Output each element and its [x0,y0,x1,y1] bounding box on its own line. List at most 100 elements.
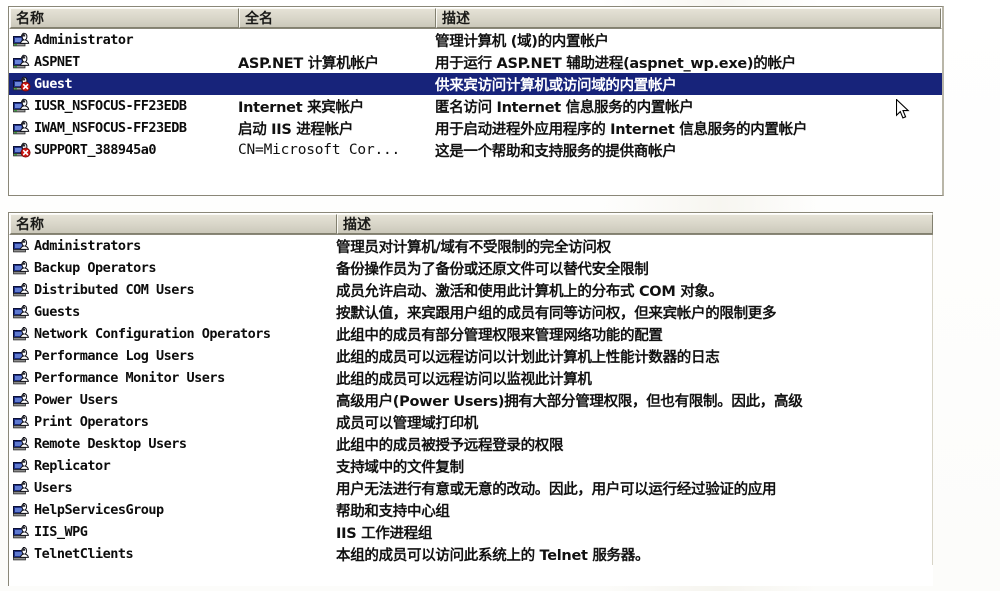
groups-row[interactable]: HelpServicesGroup 帮助和支持中心组 [9,499,932,521]
group-icon [13,370,31,386]
group-icon [13,458,31,474]
users-name-label: IUSR_NSFOCUS-FF23EDB [34,98,187,114]
groups-cell-description: 管理员对计算机/域有不受限制的完全访问权 [336,239,611,256]
groups-cell-description: 此组中的成员有部分管理权限来管理网络功能的配置 [336,327,663,344]
groups-column-header-name[interactable]: 名称 [10,214,337,234]
users-cell-name[interactable]: IWAM_NSFOCUS-FF23EDB [9,117,238,139]
groups-name-label: Backup Operators [34,260,157,276]
group-icon [13,326,31,342]
groups-cell-name[interactable]: Power Users [9,389,336,411]
groups-cell-description: 按默认值，来宾跟用户组的成员有同等访问权，但来宾帐户的限制更多 [336,305,777,322]
groups-cell-description: 高级用户(Power Users)拥有大部分管理权限，但也有限制。因此，高级 [336,393,803,410]
users-cell-fullname [238,29,435,51]
groups-name-label: Guests [34,304,80,320]
group-icon [13,282,31,298]
groups-row[interactable]: Backup Operators 备份操作员为了备份或还原文件可以替代安全限制 [9,257,932,279]
groups-cell-name[interactable]: Remote Desktop Users [9,433,336,455]
groups-cell-name[interactable]: Network Configuration Operators [9,323,336,345]
groups-cell-name[interactable]: Distributed COM Users [9,279,336,301]
group-icon [13,304,31,320]
users-cell-fullname: ASP.NET 计算机帐户 [238,55,379,72]
user-icon [13,98,31,114]
groups-row[interactable]: Users 用户无法进行有意或无意的改动。因此，用户可以运行经过验证的应用 [9,477,932,499]
users-cell-fullname [238,73,435,95]
users-cell-name[interactable]: IUSR_NSFOCUS-FF23EDB [9,95,238,117]
users-row[interactable]: IUSR_NSFOCUS-FF23EDB Internet 来宾帐户 匿名访问 In… [9,95,942,117]
groups-list-body[interactable]: Administrators 管理员对计算机/域有不受限制的完全访问权 Backup… [9,235,933,565]
groups-column-header-row[interactable]: 名称 描述 [9,213,933,235]
users-column-header-description[interactable]: 描述 [436,8,941,28]
user-icon [13,120,31,136]
users-list-body[interactable]: Administrator 管理计算机 (域)的内置帐户 ASPNET ASP.NET… [9,29,942,161]
groups-row[interactable]: Print Operators 成员可以管理域打印机 [9,411,932,433]
group-icon [13,392,31,408]
users-column-header-fullname[interactable]: 全名 [239,8,436,28]
groups-name-label: Print Operators [34,414,149,430]
groups-cell-name[interactable]: TelnetClients [9,543,336,565]
groups-column-header-description[interactable]: 描述 [337,214,933,234]
users-column-header-row[interactable]: 名称 全名 描述 [9,7,942,29]
user-disabled-icon [13,76,31,92]
groups-cell-name[interactable]: Administrators [9,235,336,257]
groups-row[interactable]: IIS_WPG IIS 工作进程组 [9,521,932,543]
group-icon [13,260,31,276]
users-row[interactable]: SUPPORT_388945a0 CN=Microsoft Cor... 这是一个帮… [9,139,942,161]
groups-cell-name[interactable]: Users [9,477,336,499]
groups-row[interactable]: Guests 按默认值，来宾跟用户组的成员有同等访问权，但来宾帐户的限制更多 [9,301,932,323]
group-icon [13,348,31,364]
groups-row[interactable]: Remote Desktop Users 此组中的成员被授予远程登录的权限 [9,433,932,455]
users-row[interactable]: Guest 供来宾访问计算机或访问域的内置帐户 [9,73,942,95]
users-listview[interactable]: 名称 全名 描述 Administrator 管理计算机 (域)的内置帐户 ASPNET… [8,6,944,196]
groups-row[interactable]: Replicator 支持域中的文件复制 [9,455,932,477]
users-name-label: Guest [34,76,73,92]
groups-cell-name[interactable]: HelpServicesGroup [9,499,336,521]
users-cell-description: 管理计算机 (域)的内置帐户 [435,33,609,50]
groups-name-label: IIS_WPG [34,524,88,540]
groups-cell-description: 用户无法进行有意或无意的改动。因此，用户可以运行经过验证的应用 [336,481,777,498]
users-row[interactable]: Administrator 管理计算机 (域)的内置帐户 [9,29,942,51]
groups-row[interactable]: TelnetClients 本组的成员可以访问此系统上的 Telnet 服务器。 [9,543,932,565]
users-name-label: IWAM_NSFOCUS-FF23EDB [34,120,187,136]
groups-cell-name[interactable]: Backup Operators [9,257,336,279]
users-name-label: Administrator [34,32,134,48]
groups-cell-description: 本组的成员可以访问此系统上的 Telnet 服务器。 [336,547,650,564]
groups-cell-description: 此组的成员可以远程访问以计划此计算机上性能计数器的日志 [336,349,720,366]
users-cell-name[interactable]: SUPPORT_388945a0 [9,139,238,161]
groups-cell-description: 成员允许启动、激活和使用此计算机上的分布式 COM 对象。 [336,283,723,300]
users-name-label: SUPPORT_388945a0 [34,142,157,158]
groups-cell-description: 此组中的成员被授予远程登录的权限 [336,437,564,454]
groups-name-label: TelnetClients [34,546,134,562]
groups-cell-name[interactable]: Print Operators [9,411,336,433]
groups-name-label: Replicator [34,458,111,474]
user-icon [13,54,31,70]
groups-row[interactable]: Administrators 管理员对计算机/域有不受限制的完全访问权 [9,235,932,257]
group-icon [13,546,31,562]
groups-cell-name[interactable]: Performance Log Users [9,345,336,367]
group-icon [13,502,31,518]
groups-cell-name[interactable]: Performance Monitor Users [9,367,336,389]
groups-cell-name[interactable]: IIS_WPG [9,521,336,543]
groups-row[interactable]: Network Configuration Operators 此组中的成员有部分… [9,323,932,345]
users-cell-description: 这是一个帮助和支持服务的提供商帐户 [435,143,677,160]
groups-row[interactable]: Power Users 高级用户(Power Users)拥有大部分管理权限，但也… [9,389,932,411]
users-row[interactable]: ASPNET ASP.NET 计算机帐户 用于运行 ASP.NET 辅助进程(asp… [9,51,942,73]
users-cell-name[interactable]: ASPNET [9,51,238,73]
users-cell-name[interactable]: Administrator [9,29,238,51]
users-row[interactable]: IWAM_NSFOCUS-FF23EDB 启动 IIS 进程帐户 用于启动进程外应用… [9,117,942,139]
groups-name-label: Performance Log Users [34,348,195,364]
groups-listview[interactable]: 名称 描述 Administrators 管理员对计算机/域有不受限制的完全访问权 B… [8,212,933,586]
groups-name-label: Power Users [34,392,118,408]
groups-row[interactable]: Distributed COM Users 成员允许启动、激活和使用此计算机上的分… [9,279,932,301]
groups-cell-name[interactable]: Guests [9,301,336,323]
users-column-header-name[interactable]: 名称 [10,8,239,28]
user-disabled-icon [13,142,31,158]
users-cell-name[interactable]: Guest [9,73,238,95]
group-icon [13,524,31,540]
group-icon [13,238,31,254]
groups-name-label: Performance Monitor Users [34,370,225,386]
user-icon [13,32,31,48]
groups-row[interactable]: Performance Monitor Users 此组的成员可以远程访问以监视此… [9,367,932,389]
users-cell-description: 用于运行 ASP.NET 辅助进程(aspnet_wp.exe)的帐户 [435,55,796,72]
groups-row[interactable]: Performance Log Users 此组的成员可以远程访问以计划此计算机上… [9,345,932,367]
groups-cell-name[interactable]: Replicator [9,455,336,477]
